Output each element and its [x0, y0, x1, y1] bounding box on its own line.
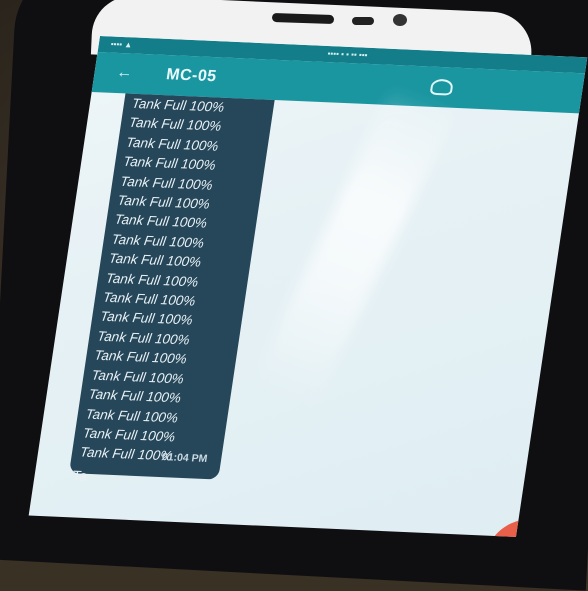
- status-left: ▪▪▪▪ ▲: [110, 39, 133, 50]
- status-right: ▪▪▪▪ ▪ ▪ ▪▪ ▪▪▪: [326, 49, 369, 60]
- message-time: 01:04 PM: [161, 451, 209, 466]
- front-camera: [393, 14, 407, 26]
- message-line: Tank Full 100%: [79, 444, 174, 464]
- message-text: Tank Full 100% Tank Full 100% Tank Full 10…: [67, 93, 226, 489]
- message-line-partial: Ta: [71, 466, 89, 484]
- back-arrow-icon[interactable]: ←: [115, 64, 133, 82]
- proximity-sensor: [352, 17, 374, 25]
- conversation-title: MC-05: [165, 66, 218, 86]
- message-bubble[interactable]: Tank Full 100% Tank Full 100% Tank Full 10…: [69, 93, 275, 484]
- screen-glare: [250, 86, 457, 411]
- phone-screen: ▪▪▪▪ ▲ ▪▪▪▪ ▪ ▪ ▪▪ ▪▪▪ ← MC-05 Tank Full…: [28, 36, 588, 537]
- phone-icon[interactable]: [429, 78, 454, 96]
